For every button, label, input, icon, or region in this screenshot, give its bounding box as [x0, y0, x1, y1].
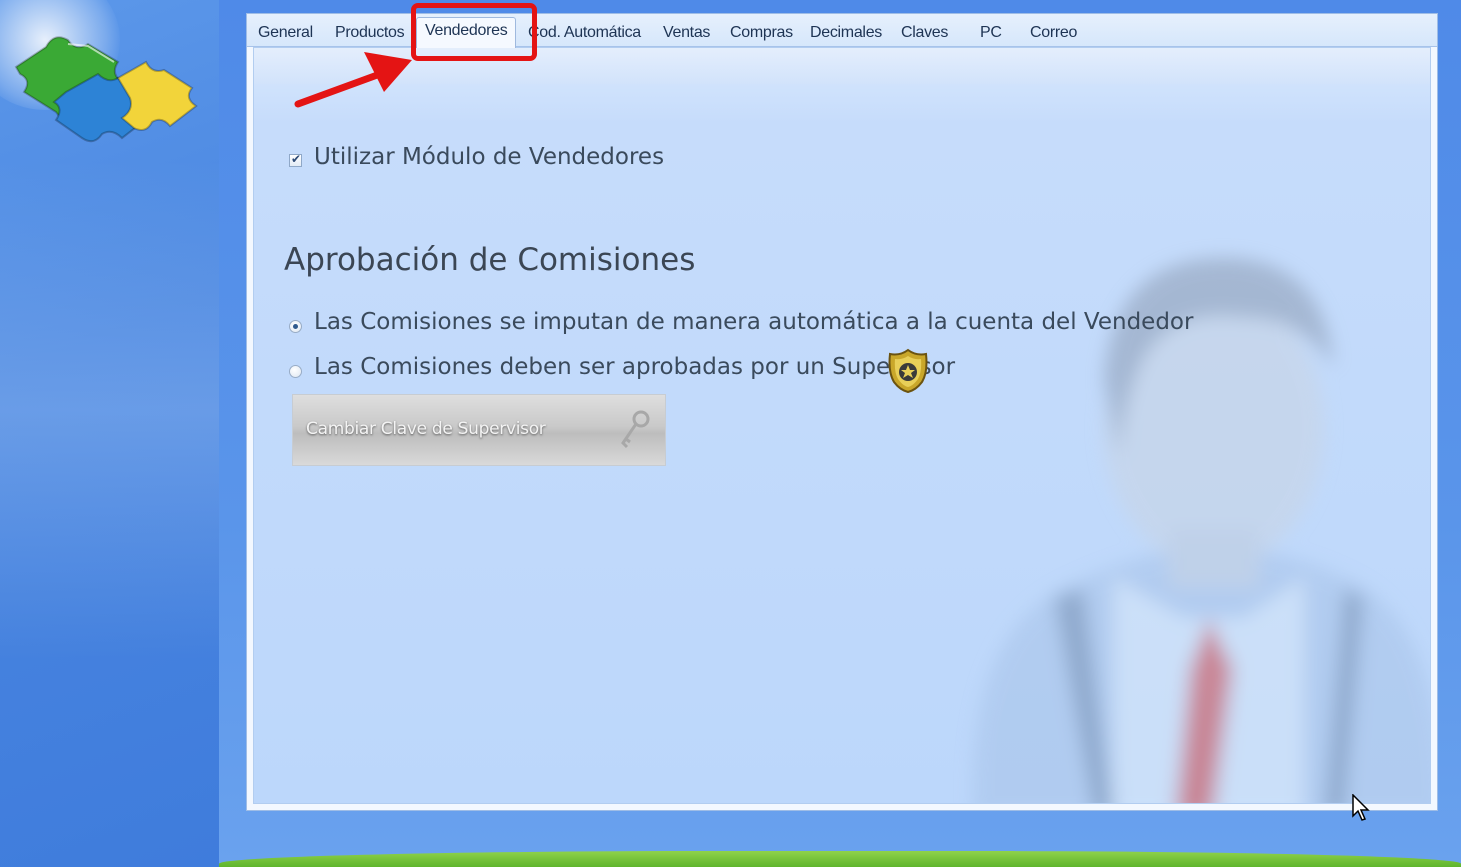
tab-decimales[interactable]: Decimales: [810, 22, 882, 44]
tab-cod-automatica[interactable]: Cod. Automática: [528, 22, 641, 44]
mouse-cursor-icon: [1352, 794, 1370, 821]
checkmark-icon: ✔: [291, 152, 302, 166]
tab-correo[interactable]: Correo: [1030, 22, 1077, 44]
annotation-highlight-box: [411, 3, 537, 61]
radio-automatic[interactable]: [289, 320, 302, 333]
tab-compras[interactable]: Compras: [730, 22, 793, 44]
settings-window: General Productos Vendedores Cod. Automá…: [246, 13, 1438, 811]
change-supervisor-password-button[interactable]: Cambiar Clave de Supervisor: [292, 394, 666, 466]
radio-supervisor-label[interactable]: Las Comisiones deben ser aprobadas por u…: [314, 354, 955, 380]
use-module-checkbox[interactable]: ✔: [289, 152, 302, 167]
section-title: Aprobación de Comisiones: [284, 242, 696, 278]
radio-supervisor[interactable]: [289, 365, 302, 378]
left-panel: [0, 0, 219, 867]
tab-ventas[interactable]: Ventas: [663, 22, 710, 44]
user-silhouette-icon: [973, 258, 1430, 803]
tab-claves[interactable]: Claves: [901, 22, 948, 44]
tab-pc[interactable]: PC: [980, 22, 1002, 44]
grass-strip: [219, 851, 1461, 867]
use-module-label[interactable]: Utilizar Módulo de Vendedores: [314, 144, 664, 170]
radio-automatic-label[interactable]: Las Comisiones se imputan de manera auto…: [314, 309, 1193, 335]
change-supervisor-password-label: Cambiar Clave de Supervisor: [306, 419, 546, 439]
supervisor-badge-icon: [888, 348, 928, 394]
key-icon: [621, 410, 650, 449]
annotation-arrow-icon: [294, 52, 412, 108]
puzzle-logo-icon: [14, 36, 198, 143]
sky-haze: [0, 160, 219, 660]
tab-content-panel: ✔ Utilizar Módulo de Vendedores Aprobaci…: [253, 47, 1431, 804]
